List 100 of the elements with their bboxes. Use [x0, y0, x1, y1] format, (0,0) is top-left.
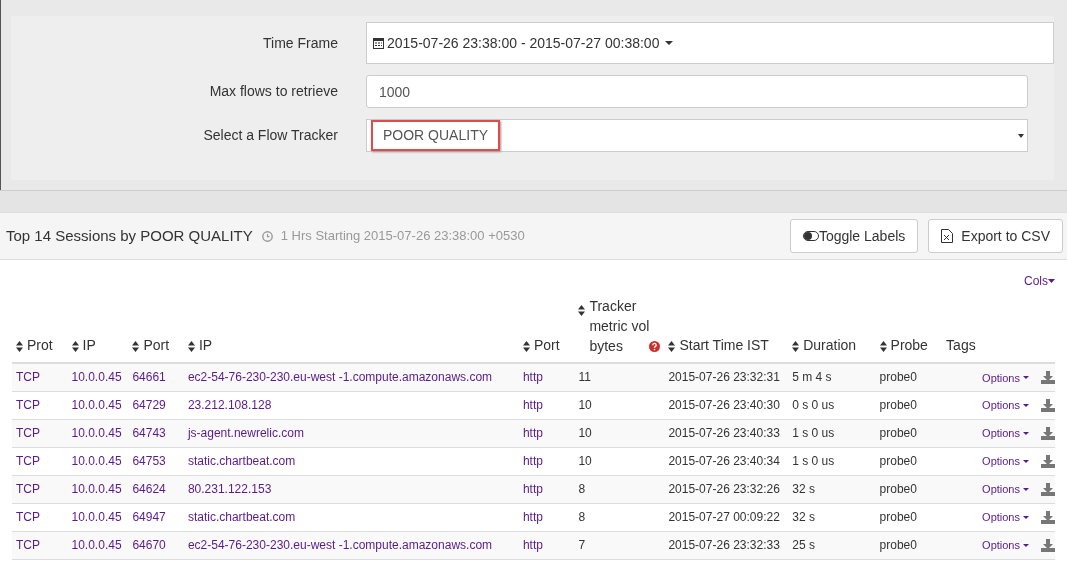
download-icon[interactable]	[1041, 483, 1055, 496]
table-link[interactable]: 10.0.0.45	[71, 370, 122, 385]
table-link[interactable]: http	[522, 454, 543, 468]
download-icon[interactable]	[1041, 539, 1055, 552]
table-cell: probe0	[879, 482, 917, 496]
caret-icon	[1023, 376, 1029, 380]
table-link[interactable]: 64947	[132, 510, 166, 524]
caret-icon	[1048, 279, 1055, 283]
table-link[interactable]: 10.0.0.45	[71, 426, 122, 440]
table-link[interactable]: 64753	[132, 454, 166, 468]
table-cell: 10	[578, 454, 592, 468]
table-link[interactable]: http	[522, 370, 543, 385]
column-header[interactable]: Port	[533, 335, 560, 356]
cols-link[interactable]: Cols	[1024, 272, 1055, 290]
table-link[interactable]: static.chartbeat.com	[187, 510, 296, 524]
table-link[interactable]: TCP	[16, 454, 40, 468]
column-header[interactable]: Start Time IST	[679, 335, 769, 356]
caret-icon	[1023, 432, 1029, 435]
options-link[interactable]: Options	[982, 369, 1029, 386]
table-link[interactable]: TCP	[16, 510, 40, 524]
caret-icon	[665, 41, 674, 45]
table-cell: probe0	[879, 510, 917, 524]
caret-icon	[1023, 488, 1029, 491]
toggle-icon	[802, 231, 819, 241]
table-link[interactable]: TCP	[16, 398, 40, 412]
sort-icon[interactable]	[522, 340, 530, 352]
sort-icon[interactable]	[578, 304, 586, 316]
table-link[interactable]: TCP	[16, 538, 40, 552]
table-link[interactable]: http	[522, 426, 543, 440]
column-header[interactable]: Probe	[890, 335, 928, 356]
table-cell: 32 s	[792, 482, 815, 496]
table-link[interactable]: 10.0.0.45	[71, 538, 122, 552]
column-header[interactable]: Duration	[803, 335, 857, 356]
sort-icon[interactable]	[71, 340, 79, 352]
table-link[interactable]: 10.0.0.45	[71, 454, 122, 468]
export-csv-button[interactable]: Export to CSV	[928, 219, 1063, 253]
table-cell: 2015-07-27 00:09:22	[668, 510, 780, 524]
column-header[interactable]: Tracker metric vol bytes	[589, 296, 654, 356]
column-header[interactable]: Port	[143, 335, 170, 356]
table-cell: 11	[578, 370, 591, 385]
time-frame-picker[interactable]: 2015-07-26 23:38:00 - 2015-07-27 00:38:00	[366, 22, 1054, 64]
tracker-select[interactable]: POOR QUALITY	[366, 119, 1028, 152]
options-link[interactable]: Options	[982, 425, 1029, 442]
file-icon	[941, 229, 954, 243]
table-cell: 1 s 0 us	[792, 426, 835, 440]
table-link[interactable]: static.chartbeat.com	[187, 454, 296, 468]
panel-title: Top 14 Sessions by POOR QUALITY	[6, 225, 253, 246]
caret-icon	[1023, 404, 1029, 407]
table-link[interactable]: js-agent.newrelic.com	[187, 426, 304, 440]
table-link[interactable]: ec2-54-76-230-230.eu-west -1.compute.amazonaws.com	[187, 370, 493, 385]
max-flows-field[interactable]: 1000	[366, 75, 1028, 108]
table-link[interactable]: TCP	[16, 482, 40, 496]
toggle-labels-button[interactable]: Toggle Labels	[789, 219, 919, 253]
table-link[interactable]: 10.0.0.45	[71, 510, 122, 524]
options-link[interactable]: Options	[982, 537, 1029, 554]
table-link[interactable]: 80.231.122.153	[187, 482, 272, 496]
column-header[interactable]: IP	[82, 335, 96, 356]
table-link[interactable]: http	[522, 510, 543, 524]
sort-icon[interactable]	[668, 340, 676, 352]
table-cell: 8	[578, 510, 586, 524]
column-header[interactable]: Prot	[27, 335, 53, 356]
options-link[interactable]: Options	[982, 481, 1029, 498]
table-link[interactable]: 10.0.0.45	[71, 482, 122, 496]
table-link[interactable]: 64670	[132, 538, 166, 552]
download-icon[interactable]	[1041, 371, 1055, 385]
download-icon[interactable]	[1041, 511, 1055, 524]
download-icon[interactable]	[1041, 455, 1055, 468]
table-link[interactable]: 64661	[132, 370, 166, 385]
table-link[interactable]: 64624	[132, 482, 166, 496]
caret-icon	[1018, 133, 1024, 138]
table-link[interactable]: 64743	[132, 426, 166, 440]
sort-icon[interactable]	[132, 340, 140, 352]
table-link[interactable]: http	[522, 398, 543, 412]
table-cell: 8	[578, 482, 586, 496]
column-header[interactable]: IP	[198, 335, 213, 356]
table-link[interactable]: 23.212.108.128	[187, 398, 272, 412]
table-link[interactable]: ec2-54-76-230-230.eu-west -1.compute.amazonaws.com	[187, 538, 493, 552]
table-cell: 0 s 0 us	[792, 398, 835, 412]
table-link[interactable]: 10.0.0.45	[71, 398, 122, 412]
table-link[interactable]: http	[522, 538, 543, 552]
table-cell: 10	[578, 426, 592, 440]
options-link[interactable]: Options	[982, 509, 1029, 526]
table-cell: 2015-07-26 23:40:30	[668, 398, 780, 412]
table-link[interactable]: TCP	[16, 426, 40, 440]
panel-subtitle: 1 Hrs Starting 2015-07-26 23:38:00 +0530	[280, 227, 525, 246]
sort-icon[interactable]	[879, 340, 887, 352]
sort-icon[interactable]	[187, 340, 195, 352]
table-link[interactable]: 64729	[132, 398, 166, 412]
table-cell: 2015-07-26 23:32:26	[668, 482, 780, 496]
clock-icon	[261, 230, 273, 242]
sort-icon[interactable]	[16, 340, 23, 352]
table-link[interactable]: TCP	[16, 370, 40, 385]
table-cell: 1 s 0 us	[792, 454, 835, 468]
table-cell: 10	[578, 398, 592, 412]
download-icon[interactable]	[1041, 427, 1055, 440]
options-link[interactable]: Options	[982, 453, 1029, 470]
download-icon[interactable]	[1041, 399, 1055, 412]
options-link[interactable]: Options	[982, 397, 1029, 414]
table-link[interactable]: http	[522, 482, 543, 496]
sort-icon[interactable]	[792, 340, 800, 352]
